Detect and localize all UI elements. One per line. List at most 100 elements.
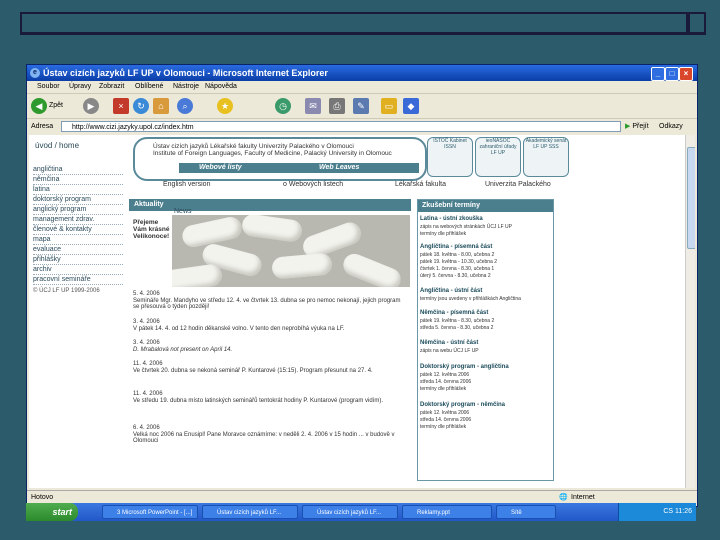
menu-file[interactable]: Soubor	[37, 81, 60, 93]
back-arrow-icon[interactable]: ◀	[31, 98, 47, 114]
site-left-nav: úvod / home angličtina němčina latina do…	[29, 135, 129, 488]
address-input[interactable]: http://www.cizi.jazyky.upol.cz/index.htm	[61, 121, 621, 132]
exam-line: pátek 12. května 2006	[420, 372, 470, 378]
nav-item[interactable]: angličtina	[33, 165, 123, 175]
exam-section-heading[interactable]: Doktorský program - angličtina	[420, 364, 509, 370]
system-tray: CS 11:26	[618, 503, 696, 521]
nav-item[interactable]: anglický program	[33, 205, 123, 215]
pill-shape	[240, 215, 304, 244]
stop-icon[interactable]: ×	[113, 98, 129, 114]
exam-line: úterý 5. června - 8.30, učebna 2	[420, 273, 491, 279]
nav-item[interactable]: management zdrav.	[33, 215, 123, 225]
favorites-star-icon[interactable]: ★	[217, 98, 233, 114]
exam-line: pátek 18. května - 8.00, učebna 2	[420, 252, 495, 258]
refresh-icon[interactable]: ↻	[133, 98, 149, 114]
exam-line: termíny dle přihlášek	[420, 386, 467, 392]
menu-edit[interactable]: Úpravy	[69, 81, 91, 93]
window-titlebar: e Ústav cizích jazyků LF UP v Olomouci -…	[27, 65, 697, 81]
ie-logo-icon: e	[30, 68, 40, 78]
forward-arrow-icon[interactable]: ▶	[83, 98, 99, 114]
nav-home-link[interactable]: úvod / home	[35, 141, 79, 150]
history-icon[interactable]: ◷	[275, 98, 291, 114]
logo-ieonasoc[interactable]: ieoNASOC zahraniční úřady LF UP	[475, 137, 521, 177]
address-bar: Adresa http://www.cizi.jazyky.upol.cz/in…	[27, 119, 697, 134]
exam-line: čtvrtek 1. června - 8.30, učebna 1	[420, 266, 495, 272]
mail-icon[interactable]: ✉	[305, 98, 321, 114]
exam-section-heading[interactable]: Němčina - písemná část	[420, 310, 488, 316]
copyright-text: © ÚCJ LF UP 1999-2006	[33, 288, 100, 294]
news-date: 11. 4. 2006	[133, 361, 163, 367]
nav-item[interactable]: archiv	[33, 265, 123, 275]
minimize-button[interactable]: _	[651, 67, 665, 81]
logo-senat[interactable]: Akademický senát LF UP SSS	[523, 137, 569, 177]
go-arrow-icon: ▶	[625, 123, 631, 130]
start-button[interactable]: start	[26, 503, 78, 521]
home-icon[interactable]: ⌂	[153, 98, 169, 114]
edit-icon[interactable]: ✎	[353, 98, 369, 114]
nav-item[interactable]: mapa	[33, 235, 123, 245]
menu-view[interactable]: Zobrazit	[99, 81, 124, 93]
exam-section-heading[interactable]: Angličtina - ústní část	[420, 288, 482, 294]
taskbar-item[interactable]: Ústav cizích jazyků LF...	[302, 505, 398, 519]
messenger-icon[interactable]: ◆	[403, 98, 419, 114]
taskbar-item[interactable]: Ústav cizích jazyků LF...	[202, 505, 298, 519]
nav-item[interactable]: členové & kontakty	[33, 225, 123, 235]
menu-tools[interactable]: Nástroje	[173, 81, 199, 93]
nav-item[interactable]: latina	[33, 185, 123, 195]
nav-item[interactable]: pracovní semináře	[33, 275, 123, 285]
news-headline: Přejeme Vám krásné Velikonoce!	[133, 219, 170, 240]
address-label: Adresa	[31, 123, 54, 130]
exam-line: pátek 19. května - 10.30, učebna 2	[420, 259, 497, 265]
nav-university[interactable]: Univerzita Palackého	[485, 181, 551, 188]
exam-line: středa 14. června 2006	[420, 379, 472, 385]
nav-item[interactable]: němčina	[33, 175, 123, 185]
exam-line: termíny dle přihlášek	[420, 231, 467, 237]
taskbar-item[interactable]: Sítě	[496, 505, 556, 519]
maximize-button[interactable]: □	[665, 67, 679, 81]
nav-english[interactable]: English version	[163, 181, 210, 188]
site-header: Ústav cizích jazyků Lékařské fakulty Uni…	[133, 137, 427, 181]
web-tab-cz[interactable]: Webové listy	[199, 163, 242, 173]
windows-taskbar: start 3 Microsoft PowerPoint - [...] Úst…	[26, 503, 696, 521]
menu-favorites[interactable]: Oblíbené	[135, 81, 163, 93]
exam-section-heading[interactable]: Němčina - ústní část	[420, 340, 478, 346]
menu-bar: Soubor Úpravy Zobrazit Oblíbené Nástroje…	[27, 81, 697, 94]
exam-line: středa 14. června 2006	[420, 417, 472, 423]
folder-icon[interactable]: ▭	[381, 98, 397, 114]
news-header: Aktuality	[129, 199, 411, 211]
scrollbar-thumb[interactable]	[687, 147, 695, 249]
taskbar-item[interactable]: 3 Microsoft PowerPoint - [...]	[102, 505, 198, 519]
nav-item[interactable]: evaluace	[33, 245, 123, 255]
clock: CS 11:26	[663, 508, 692, 515]
nav-about[interactable]: o Webových listech	[283, 181, 343, 188]
exam-line: pátek 12. května 2006	[420, 410, 470, 416]
news-date: 3. 4. 2006	[133, 319, 160, 325]
nav-faculty[interactable]: Lékařská fakulta	[395, 181, 446, 188]
window-title: Ústav cizích jazyků LF UP v Olomouci - M…	[43, 68, 328, 78]
go-button[interactable]: ▶ Přejít	[625, 121, 651, 132]
news-text: Velká noc 2006 na Enusipl! Pane Moravce …	[133, 432, 395, 444]
web-leaves-bar: Webové listy Web Leaves	[179, 163, 419, 173]
page-content: úvod / home angličtina němčina latina do…	[29, 135, 695, 488]
vertical-scrollbar[interactable]	[685, 135, 695, 488]
exam-section-heading[interactable]: Angličtina - písemná část	[420, 244, 492, 250]
nav-item[interactable]: doktorský program	[33, 195, 123, 205]
menu-help[interactable]: Nápověda	[205, 81, 237, 93]
news-text: V pátek 14. 4. od 12 hodin děkanské voln…	[133, 326, 345, 332]
logo-istoc[interactable]: ISTOČ Kabinet ISSN	[427, 137, 473, 177]
search-icon[interactable]: ⌕	[177, 98, 193, 114]
header-line-en: Institute of Foreign Languages, Faculty …	[153, 150, 392, 157]
slide-title-bar	[20, 12, 706, 38]
news-date: 5. 4. 2006	[133, 291, 160, 297]
exam-line: termíny jsou uvedeny v přihláškách Angli…	[420, 296, 521, 302]
close-button[interactable]: ×	[679, 67, 693, 81]
web-tab-en[interactable]: Web Leaves	[319, 163, 359, 173]
print-icon[interactable]: ⎙	[329, 98, 345, 114]
exam-section-heading[interactable]: Doktorský program - němčina	[420, 402, 505, 408]
news-text: Semináře Mgr. Mandyho ve středu 12. 4. v…	[133, 298, 401, 310]
taskbar-item[interactable]: Reklamy.ppt	[402, 505, 492, 519]
exam-section-heading[interactable]: Latina - ústní zkouška	[420, 216, 483, 222]
go-label: Přejít	[632, 123, 649, 130]
links-label[interactable]: Odkazy	[659, 119, 683, 134]
nav-item[interactable]: přihlášky	[33, 255, 123, 265]
